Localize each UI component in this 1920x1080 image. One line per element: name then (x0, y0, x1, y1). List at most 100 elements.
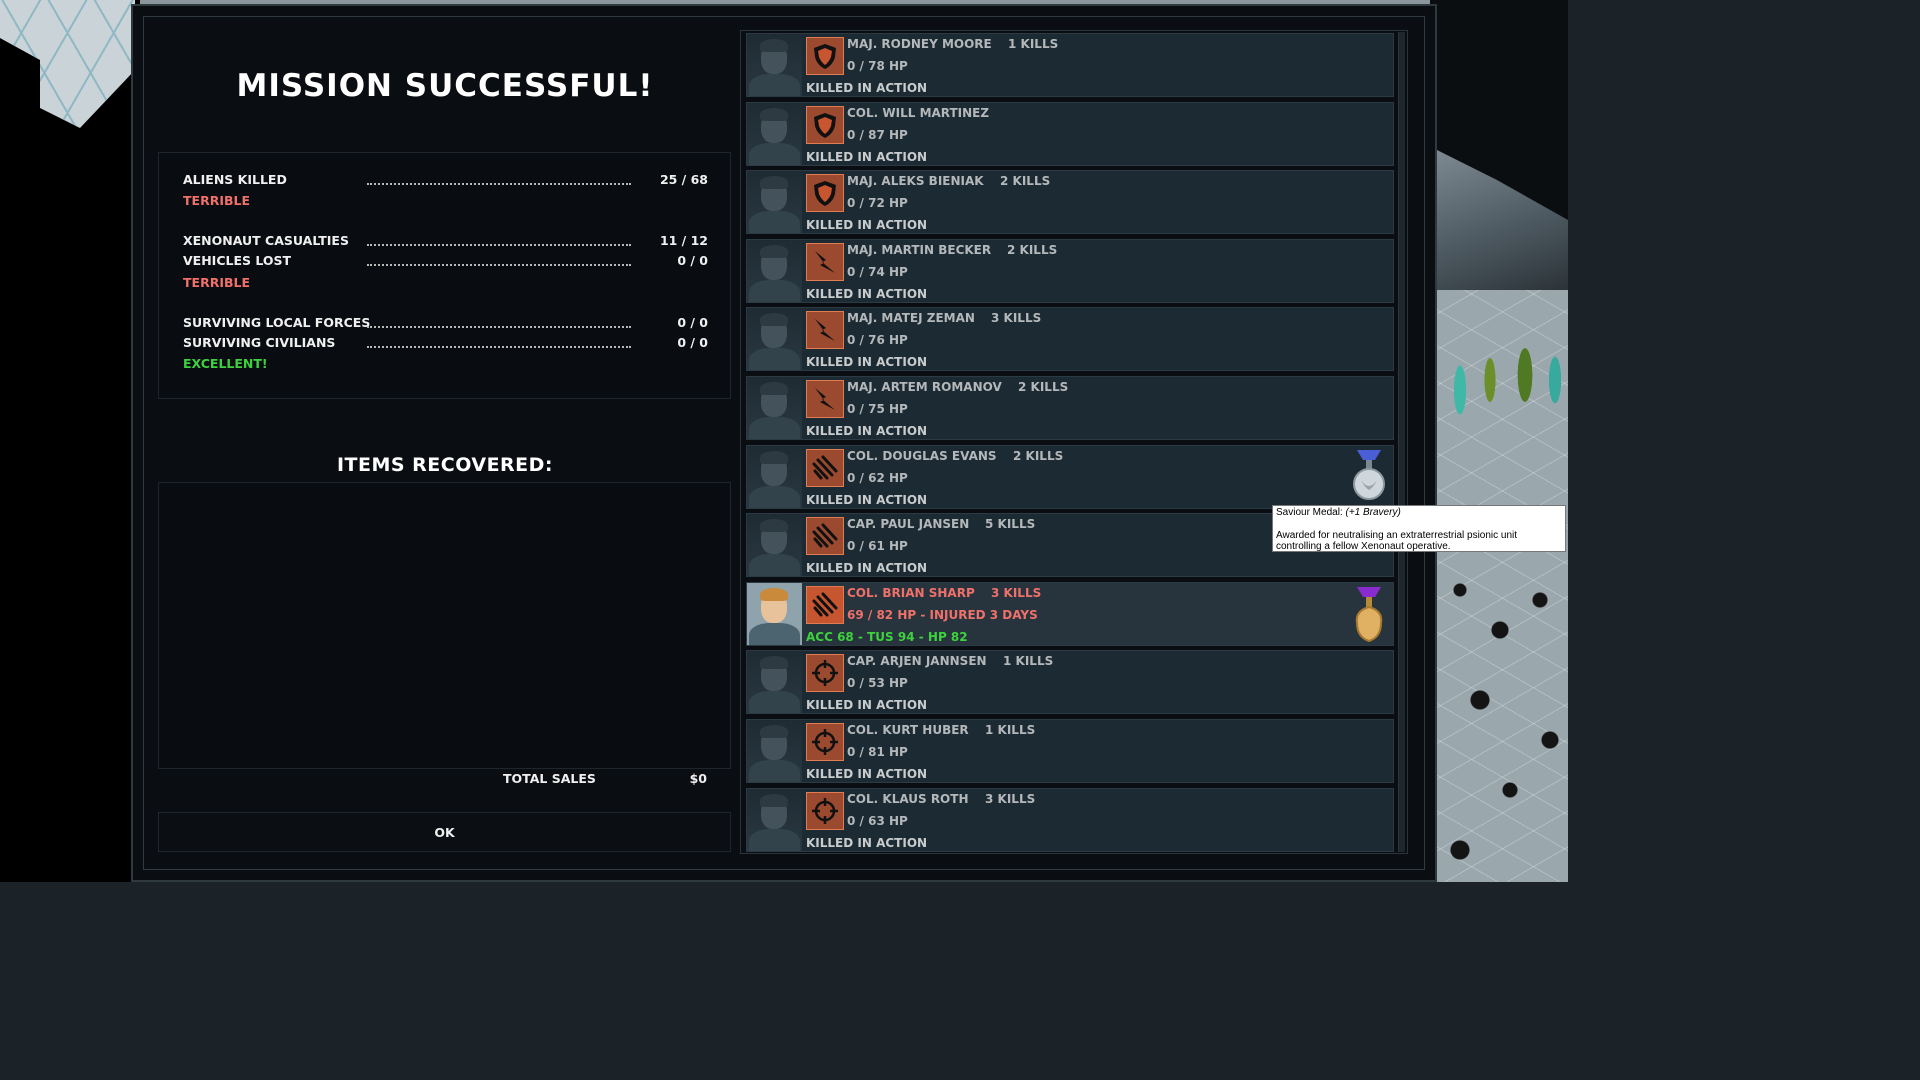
game-background-left (0, 0, 140, 882)
dotted-leader (367, 264, 631, 266)
soldier-portrait (747, 720, 802, 782)
soldier-kills: 1 KILLS (985, 723, 1036, 737)
soldier-portrait (747, 102, 802, 165)
soldier-hp: 0 / 62 HP (847, 470, 908, 485)
stat-value: 25 / 68 (659, 172, 708, 187)
stat-value: 0 / 0 (677, 335, 708, 350)
soldier-portrait (747, 34, 802, 96)
soldier-name: MAJ. ALEKS BIENIAK (847, 174, 984, 189)
stat-label: VEHICLES LOST (183, 253, 292, 268)
stat-xenonaut-casualties: XENONAUT CASUALTIES 11 / 12 (183, 233, 708, 251)
casualties-rating: TERRIBLE (183, 275, 250, 290)
stat-label: ALIENS KILLED (183, 172, 287, 187)
mission-title: MISSION SUCCESSFUL! (236, 68, 654, 104)
soldier-hp: 0 / 63 HP (847, 813, 908, 828)
soldier-status: KILLED IN ACTION (806, 218, 928, 233)
soldier-hp: 0 / 72 HP (847, 196, 908, 211)
soldier-hp: 0 / 81 HP (847, 745, 908, 759)
soldier-status: KILLED IN ACTION (806, 286, 928, 301)
stat-value: 0 / 0 (677, 253, 708, 268)
dotted-leader (367, 346, 631, 348)
soldier-name: CAP. PAUL JANSEN (847, 517, 970, 532)
stat-value: 0 / 0 (677, 315, 708, 330)
soldier-hp: 0 / 75 HP (847, 402, 908, 416)
soldier-row[interactable]: COL. BRIAN SHARP 3 KILLS 69 / 82 HP - INJU… (746, 581, 1394, 646)
soldier-kills: 1 KILLS (1008, 37, 1059, 51)
aliens-rating: TERRIBLE (183, 193, 250, 208)
stat-surviving-local-forces: SURVIVING LOCAL FORCES 0 / 0 (183, 315, 708, 333)
soldier-row[interactable]: MAJ. ARTEM ROMANOV 2 KILLS 0 / 75 HP KILLED… (746, 376, 1394, 440)
soldier-status: KILLED IN ACTION (806, 149, 928, 164)
soldier-name: MAJ. MATEJ ZEMAN (847, 311, 975, 326)
soldier-row[interactable]: COL. KURT HUBER 1 KILLS 0 / 81 HP KILLED IN… (746, 719, 1394, 783)
dotted-leader (367, 183, 631, 185)
crosshair-icon (806, 723, 844, 761)
gold-medal-icon[interactable] (1351, 583, 1387, 643)
soldier-status: KILLED IN ACTION (806, 355, 928, 370)
shield-icon (806, 37, 844, 75)
soldier-name: COL. KURT HUBER (847, 723, 969, 737)
stat-label: SURVIVING LOCAL FORCES (183, 315, 371, 330)
soldier-kills: 3 KILLS (991, 311, 1042, 326)
soldier-row[interactable]: COL. DOUGLAS EVANS 2 KILLS 0 / 62 HP KILLED… (746, 444, 1394, 509)
soldier-portrait (747, 171, 802, 234)
crosshair-icon (806, 654, 844, 693)
soldier-row[interactable]: CAP. ARJEN JANNSEN 1 KILLS 0 / 53 HP KILLED… (746, 650, 1394, 715)
roster-scrollbar[interactable] (1398, 32, 1405, 852)
claw-icon (806, 517, 844, 556)
shield-icon (806, 174, 844, 213)
soldier-row[interactable]: COL. KLAUS ROTH 3 KILLS 0 / 63 HP KILLED IN… (746, 787, 1394, 852)
soldier-portrait (747, 377, 802, 439)
soldier-row[interactable]: COL. WILL MARTINEZ 0 / 87 HP KILLED IN ACT… (746, 101, 1394, 166)
stat-value: 11 / 12 (659, 233, 708, 248)
soldier-status: KILLED IN ACTION (806, 424, 928, 438)
soldier-kills: 3 KILLS (985, 791, 1036, 806)
soldier-status: KILLED IN ACTION (806, 698, 928, 713)
soldier-row[interactable]: MAJ. ALEKS BIENIAK 2 KILLS 0 / 72 HP KILLED… (746, 170, 1394, 235)
claw-icon (806, 448, 844, 487)
soldier-kills: 1 KILLS (1003, 654, 1054, 669)
soldier-portrait (747, 788, 802, 851)
soldier-name: MAJ. MARTIN BECKER (847, 242, 992, 257)
crosshair-icon (806, 791, 844, 830)
soldier-name: COL. WILL MARTINEZ (847, 105, 990, 120)
total-sales-label: TOTAL SALES (503, 771, 596, 786)
soldier-name: COL. DOUGLAS EVANS (847, 448, 997, 463)
soldier-row[interactable]: MAJ. MARTIN BECKER 2 KILLS 0 / 74 HP KILLED… (746, 238, 1394, 303)
dotted-leader (367, 326, 631, 328)
soldier-status: KILLED IN ACTION (806, 81, 928, 95)
lightning-icon (806, 380, 844, 418)
soldier-status: ACC 68 - TUS 94 - HP 82 (806, 629, 968, 644)
soldier-hp: 0 / 76 HP (847, 333, 908, 348)
soldier-kills: 2 KILLS (1013, 448, 1064, 463)
soldier-hp: 69 / 82 HP - INJURED 3 DAYS (847, 607, 1038, 622)
soldier-hp: 0 / 87 HP (847, 127, 908, 142)
soldier-kills: 2 KILLS (1000, 174, 1051, 189)
soldier-hp: 0 / 78 HP (847, 59, 908, 73)
soldier-hp: 0 / 74 HP (847, 264, 908, 279)
medal-tooltip: Saviour Medal: (+1 Bravery) Awarded for … (1272, 505, 1566, 552)
soldier-hp: 0 / 61 HP (847, 539, 908, 554)
stat-label: SURVIVING CIVILIANS (183, 335, 336, 350)
soldier-portrait (747, 651, 802, 714)
soldier-row[interactable]: MAJ. RODNEY MOORE 1 KILLS 0 / 78 HP KILLED … (746, 33, 1394, 97)
items-recovered-list[interactable] (158, 482, 731, 769)
soldier-status: KILLED IN ACTION (806, 835, 928, 850)
items-recovered-title: ITEMS RECOVERED: (336, 454, 554, 476)
silver-medal-icon[interactable] (1351, 446, 1387, 506)
soldier-name: MAJ. RODNEY MOORE (847, 37, 992, 51)
debris-floor (1440, 560, 1568, 882)
soldier-portrait (747, 582, 802, 645)
stat-vehicles-lost: VEHICLES LOST 0 / 0 (183, 253, 708, 271)
civilians-rating: EXCELLENT! (183, 356, 268, 371)
dotted-leader (367, 244, 631, 246)
soldier-hp: 0 / 53 HP (847, 676, 908, 691)
ok-button[interactable]: OK (158, 812, 731, 852)
stat-label: XENONAUT CASUALTIES (183, 233, 349, 248)
soldier-portrait (747, 308, 802, 371)
lightning-icon (806, 242, 844, 281)
shield-icon (806, 105, 844, 144)
soldier-row[interactable]: MAJ. MATEJ ZEMAN 3 KILLS 0 / 76 HP KILLED I… (746, 307, 1394, 372)
tooltip-subtitle: (+1 Bravery) (1345, 507, 1401, 518)
total-sales-value: $0 (689, 771, 707, 786)
